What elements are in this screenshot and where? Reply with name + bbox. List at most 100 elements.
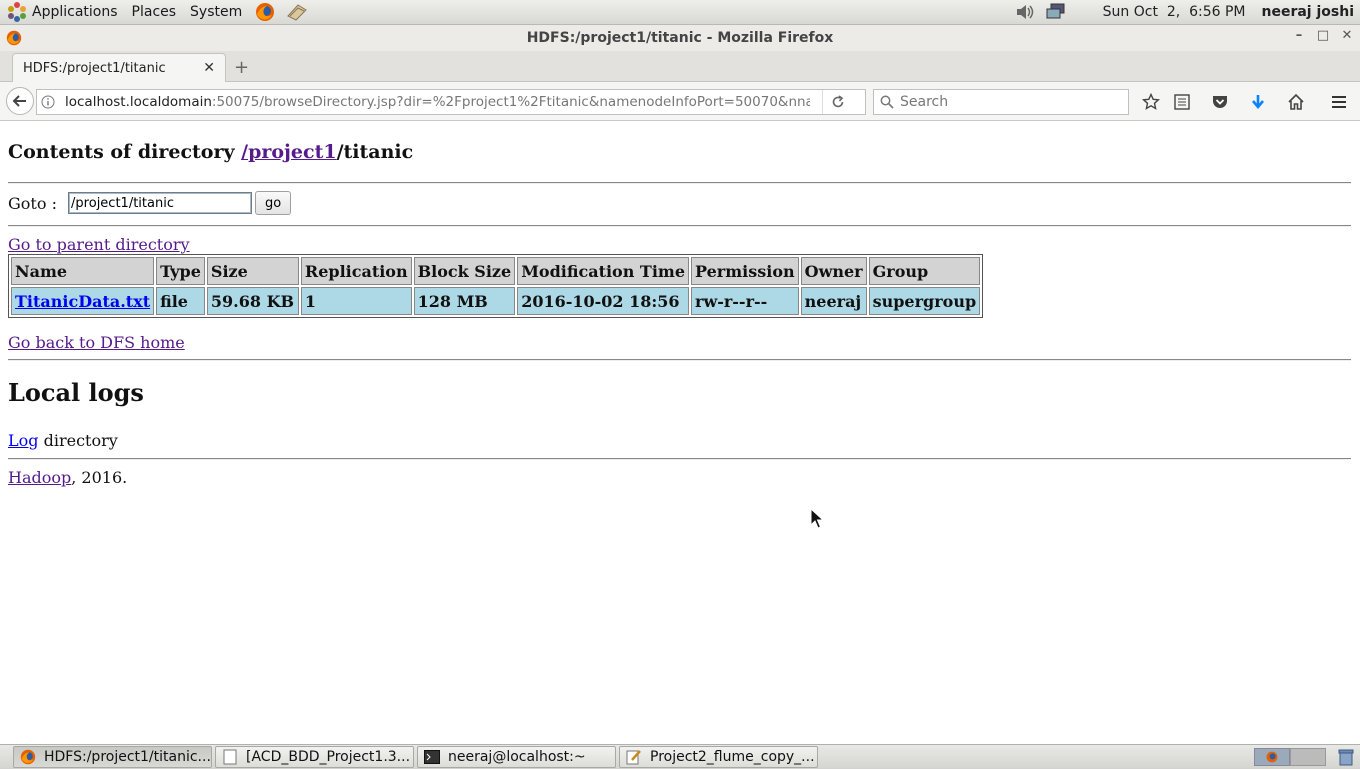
directory-listing-table: Name Type Size Replication Block Size Mo… — [8, 254, 984, 318]
workspace-1[interactable] — [1254, 748, 1290, 766]
go-button[interactable]: go — [255, 191, 292, 215]
volume-icon[interactable] — [1014, 1, 1036, 23]
user-menu[interactable]: neeraj joshi — [1262, 4, 1355, 20]
reload-icon[interactable] — [831, 95, 845, 109]
header-replication: Replication — [300, 257, 412, 285]
header-modification-time: Modification Time — [517, 257, 690, 285]
header-owner: Owner — [800, 257, 867, 285]
firefox-window-icon — [6, 30, 22, 50]
applications-menu-label: Applications — [32, 4, 118, 20]
window-title: HDFS:/project1/titanic - Mozilla Firefox — [526, 30, 834, 46]
divider-goto — [8, 225, 1351, 227]
pocket-icon[interactable] — [1210, 92, 1230, 112]
menu-hamburger-icon[interactable] — [1329, 92, 1349, 112]
top-panel: Applications Places System Sun Oct 2, 6:… — [0, 0, 1360, 25]
goto-input[interactable] — [68, 192, 253, 214]
project1-link[interactable]: /project1 — [241, 141, 336, 163]
bottom-taskbar: HDFS:/project1/titanic... [ACD_BDD_Proje… — [0, 744, 1360, 769]
hadoop-link[interactable]: Hadoop — [8, 468, 71, 487]
search-input[interactable]: Search — [873, 89, 1129, 115]
taskbar-item-document[interactable]: [ACD_BDD_Project1.3... — [215, 746, 414, 768]
workspace-switcher[interactable] — [1254, 748, 1326, 766]
site-info-icon[interactable] — [41, 95, 65, 109]
tab-bar: HDFS:/project1/titanic ✕ + — [0, 51, 1360, 82]
page-title: Contents of directory /project1/titanic — [8, 141, 413, 163]
cell-owner: neeraj — [800, 287, 867, 315]
task-label: [ACD_BDD_Project1.3... — [246, 749, 411, 765]
cell-type: file — [156, 287, 205, 315]
panel-clock[interactable]: Sun Oct 2, 6:56 PM — [1103, 4, 1246, 20]
workspace-firefox-icon — [1266, 751, 1278, 763]
close-icon[interactable]: ✕ — [1337, 28, 1357, 43]
cell-modification-time: 2016-10-02 18:56 — [517, 287, 690, 315]
url-host: localhost.localdomain — [65, 94, 212, 110]
places-menu[interactable]: Places — [125, 0, 184, 24]
table-header-row: Name Type Size Replication Block Size Mo… — [11, 257, 981, 285]
parent-directory-link[interactable]: Go to parent directory — [8, 235, 190, 254]
cell-name: TitanicData.txt — [11, 287, 155, 315]
url-path: :50075/browseDirectory.jsp?dir=%2Fprojec… — [211, 94, 810, 110]
cell-size: 59.68 KB — [206, 287, 299, 315]
header-name: Name — [11, 257, 155, 285]
header-group: Group — [868, 257, 981, 285]
goto-form: Goto : go — [8, 191, 292, 215]
window-titlebar[interactable]: HDFS:/project1/titanic - Mozilla Firefox… — [0, 25, 1360, 51]
new-tab-icon[interactable]: + — [234, 57, 249, 78]
heading-prefix: Contents of directory — [8, 141, 242, 163]
taskbar-item-firefox[interactable]: HDFS:/project1/titanic... — [13, 746, 212, 768]
table-row: TitanicData.txt file 59.68 KB 1 128 MB 2… — [11, 287, 981, 315]
footer-suffix: , 2016. — [71, 468, 128, 487]
cell-block-size: 128 MB — [413, 287, 516, 315]
terminal-icon — [424, 749, 440, 765]
taskbar-item-terminal[interactable]: neeraj@localhost:~ — [417, 746, 616, 768]
document-icon — [222, 749, 238, 765]
cell-group: supergroup — [868, 287, 981, 315]
workspace-2[interactable] — [1290, 748, 1326, 766]
tab-hdfs[interactable]: HDFS:/project1/titanic ✕ — [12, 53, 226, 82]
cell-permission: rw-r--r-- — [691, 287, 799, 315]
header-type: Type — [156, 257, 205, 285]
home-icon[interactable] — [1286, 92, 1306, 112]
back-button[interactable] — [6, 87, 34, 115]
text-editor-icon — [626, 749, 642, 765]
firefox-icon — [20, 749, 36, 765]
minimize-icon[interactable]: – — [1289, 28, 1309, 43]
tab-label: HDFS:/project1/titanic — [23, 60, 166, 76]
dfs-home-link[interactable]: Go back to DFS home — [8, 333, 185, 352]
downloads-icon[interactable] — [1248, 92, 1268, 112]
divider-footer — [8, 458, 1351, 460]
file-link[interactable]: TitanicData.txt — [15, 292, 150, 311]
applications-menu[interactable]: Applications — [0, 0, 125, 24]
bookmark-star-icon[interactable] — [1141, 92, 1161, 112]
log-line: Log directory — [8, 431, 118, 450]
goto-label: Goto : — [8, 193, 63, 213]
header-size: Size — [206, 257, 299, 285]
taskbar-item-text-editor[interactable]: Project2_flume_copy_... — [619, 746, 818, 768]
search-placeholder: Search — [900, 94, 949, 110]
url-divider — [822, 90, 823, 114]
task-label: HDFS:/project1/titanic... — [44, 749, 211, 765]
footer: Hadoop, 2016. — [8, 468, 127, 487]
header-permission: Permission — [691, 257, 799, 285]
log-link[interactable]: Log — [8, 431, 39, 450]
tab-close-icon[interactable]: ✕ — [203, 60, 215, 76]
maximize-icon[interactable]: □ — [1313, 28, 1333, 43]
network-icon[interactable] — [1046, 1, 1068, 23]
bookmarks-menu-icon[interactable] — [1172, 92, 1192, 112]
search-icon — [880, 95, 894, 109]
back-arrow-icon — [12, 95, 26, 107]
divider-logs — [8, 359, 1351, 361]
log-suffix: directory — [38, 431, 118, 450]
url-bar[interactable]: localhost.localdomain:50075/browseDirect… — [36, 89, 866, 115]
system-menu[interactable]: System — [183, 0, 249, 24]
local-logs-heading: Local logs — [8, 378, 144, 407]
header-block-size: Block Size — [413, 257, 516, 285]
mouse-cursor-icon — [810, 508, 824, 529]
heading-suffix: /titanic — [336, 141, 414, 163]
cell-replication: 1 — [300, 287, 412, 315]
trash-icon[interactable] — [1337, 748, 1355, 770]
notes-launcher-icon[interactable] — [286, 1, 308, 23]
divider-top — [8, 182, 1351, 184]
firefox-launcher-icon[interactable] — [254, 1, 276, 23]
task-label: neeraj@localhost:~ — [448, 749, 586, 765]
